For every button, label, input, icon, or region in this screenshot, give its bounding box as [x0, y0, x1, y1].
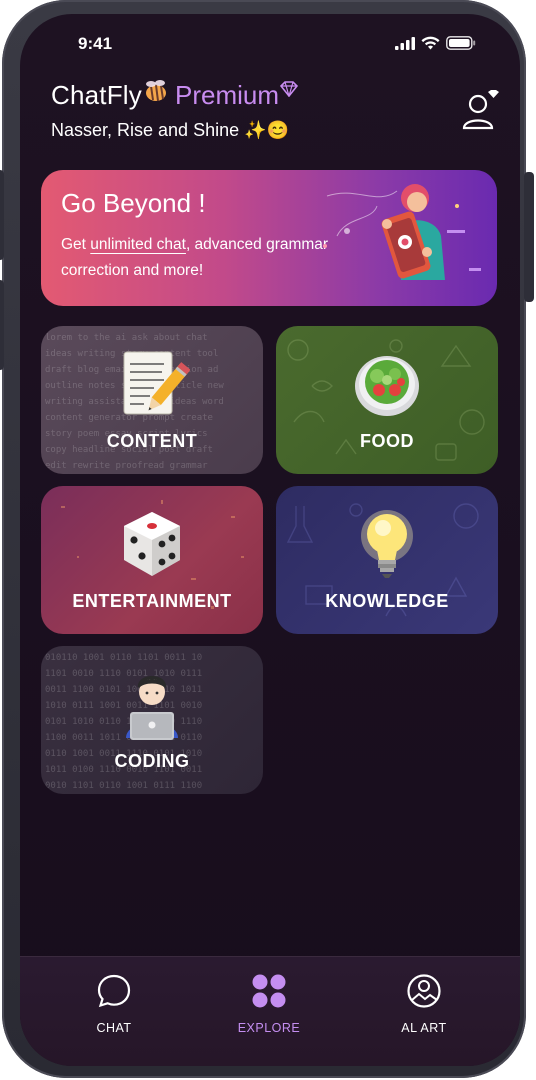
battery-icon [446, 36, 476, 50]
signal-icon [395, 36, 415, 50]
category-tile-food[interactable]: FOOD [276, 326, 498, 474]
status-icons [395, 36, 476, 50]
salad-icon [355, 356, 419, 416]
wifi-icon [421, 36, 440, 50]
category-tile-entertainment[interactable]: ENTERTAINMENT [41, 486, 263, 634]
category-tile-coding[interactable]: 010110 1001 0110 1101 0011 10 1101 0010 … [41, 646, 263, 794]
profile-icon[interactable] [461, 90, 501, 130]
nav-label: EXPLORE [237, 1021, 301, 1035]
upgrade-banner[interactable]: Go Beyond ! Get unlimited chat, advanced… [41, 170, 497, 306]
brand-tier: Premium [174, 80, 279, 110]
memo-icon [123, 351, 190, 415]
category-tile-knowledge[interactable]: KNOWLEDGE [276, 486, 498, 634]
image-icon [407, 974, 441, 1008]
nav-label: AL ART [401, 1021, 447, 1035]
light-bulb-icon [361, 510, 413, 578]
side-button [0, 170, 4, 260]
brand-name: ChatFly [51, 80, 142, 110]
banner-text-underlined: unlimited chat [90, 236, 186, 253]
coder-icon [126, 676, 178, 740]
category-label: CONTENT [106, 431, 198, 451]
side-button [524, 172, 534, 302]
category-label: KNOWLEDGE [325, 591, 449, 611]
app-screen: 9:41 ChatFly Premium Nasser, Rise and Sh… [20, 14, 520, 1066]
app-brand: ChatFly Premium [51, 79, 298, 111]
bottom-nav: CHAT EXPLORE AL ART [20, 956, 520, 1066]
nav-label: CHAT [96, 1021, 132, 1035]
category-label: CODING [114, 751, 190, 771]
nav-item-al-art[interactable]: AL ART [364, 973, 484, 1035]
greeting-text: Nasser, Rise and Shine ✨😊 [51, 120, 289, 140]
svg-text:lorem to the ai ask about chat: lorem to the ai ask about chat [45, 333, 208, 343]
category-label: FOOD [360, 431, 414, 451]
banner-illustration [323, 184, 481, 280]
svg-text:edit rewrite proofread grammar: edit rewrite proofread grammar [45, 461, 208, 471]
category-label: ENTERTAINMENT [72, 591, 232, 611]
status-time: 9:41 [78, 34, 113, 53]
category-tile-content[interactable]: lorem to the ai ask about chat ideas wri… [41, 326, 263, 474]
bee-icon [145, 79, 166, 101]
banner-text-prefix: Get [61, 236, 91, 253]
diamond-icon [280, 80, 298, 97]
nav-item-explore[interactable]: EXPLORE [209, 973, 329, 1035]
chat-bubble-icon [97, 974, 131, 1008]
svg-text:0010 1101 0110 1001 0111 1100: 0010 1101 0110 1001 0111 1100 [45, 781, 202, 791]
nav-item-chat[interactable]: CHAT [54, 973, 174, 1035]
dice-icon [124, 512, 180, 576]
svg-text:010110 1001 0110 1101 0011 10: 010110 1001 0110 1101 0011 10 [45, 653, 202, 663]
phone-frame: 9:41 ChatFly Premium Nasser, Rise and Sh… [0, 0, 534, 1078]
side-button [0, 280, 4, 370]
grid-icon [252, 974, 286, 1008]
banner-text: Get unlimited chat, advanced grammar cor… [61, 232, 331, 284]
banner-title: Go Beyond ! [61, 188, 206, 218]
